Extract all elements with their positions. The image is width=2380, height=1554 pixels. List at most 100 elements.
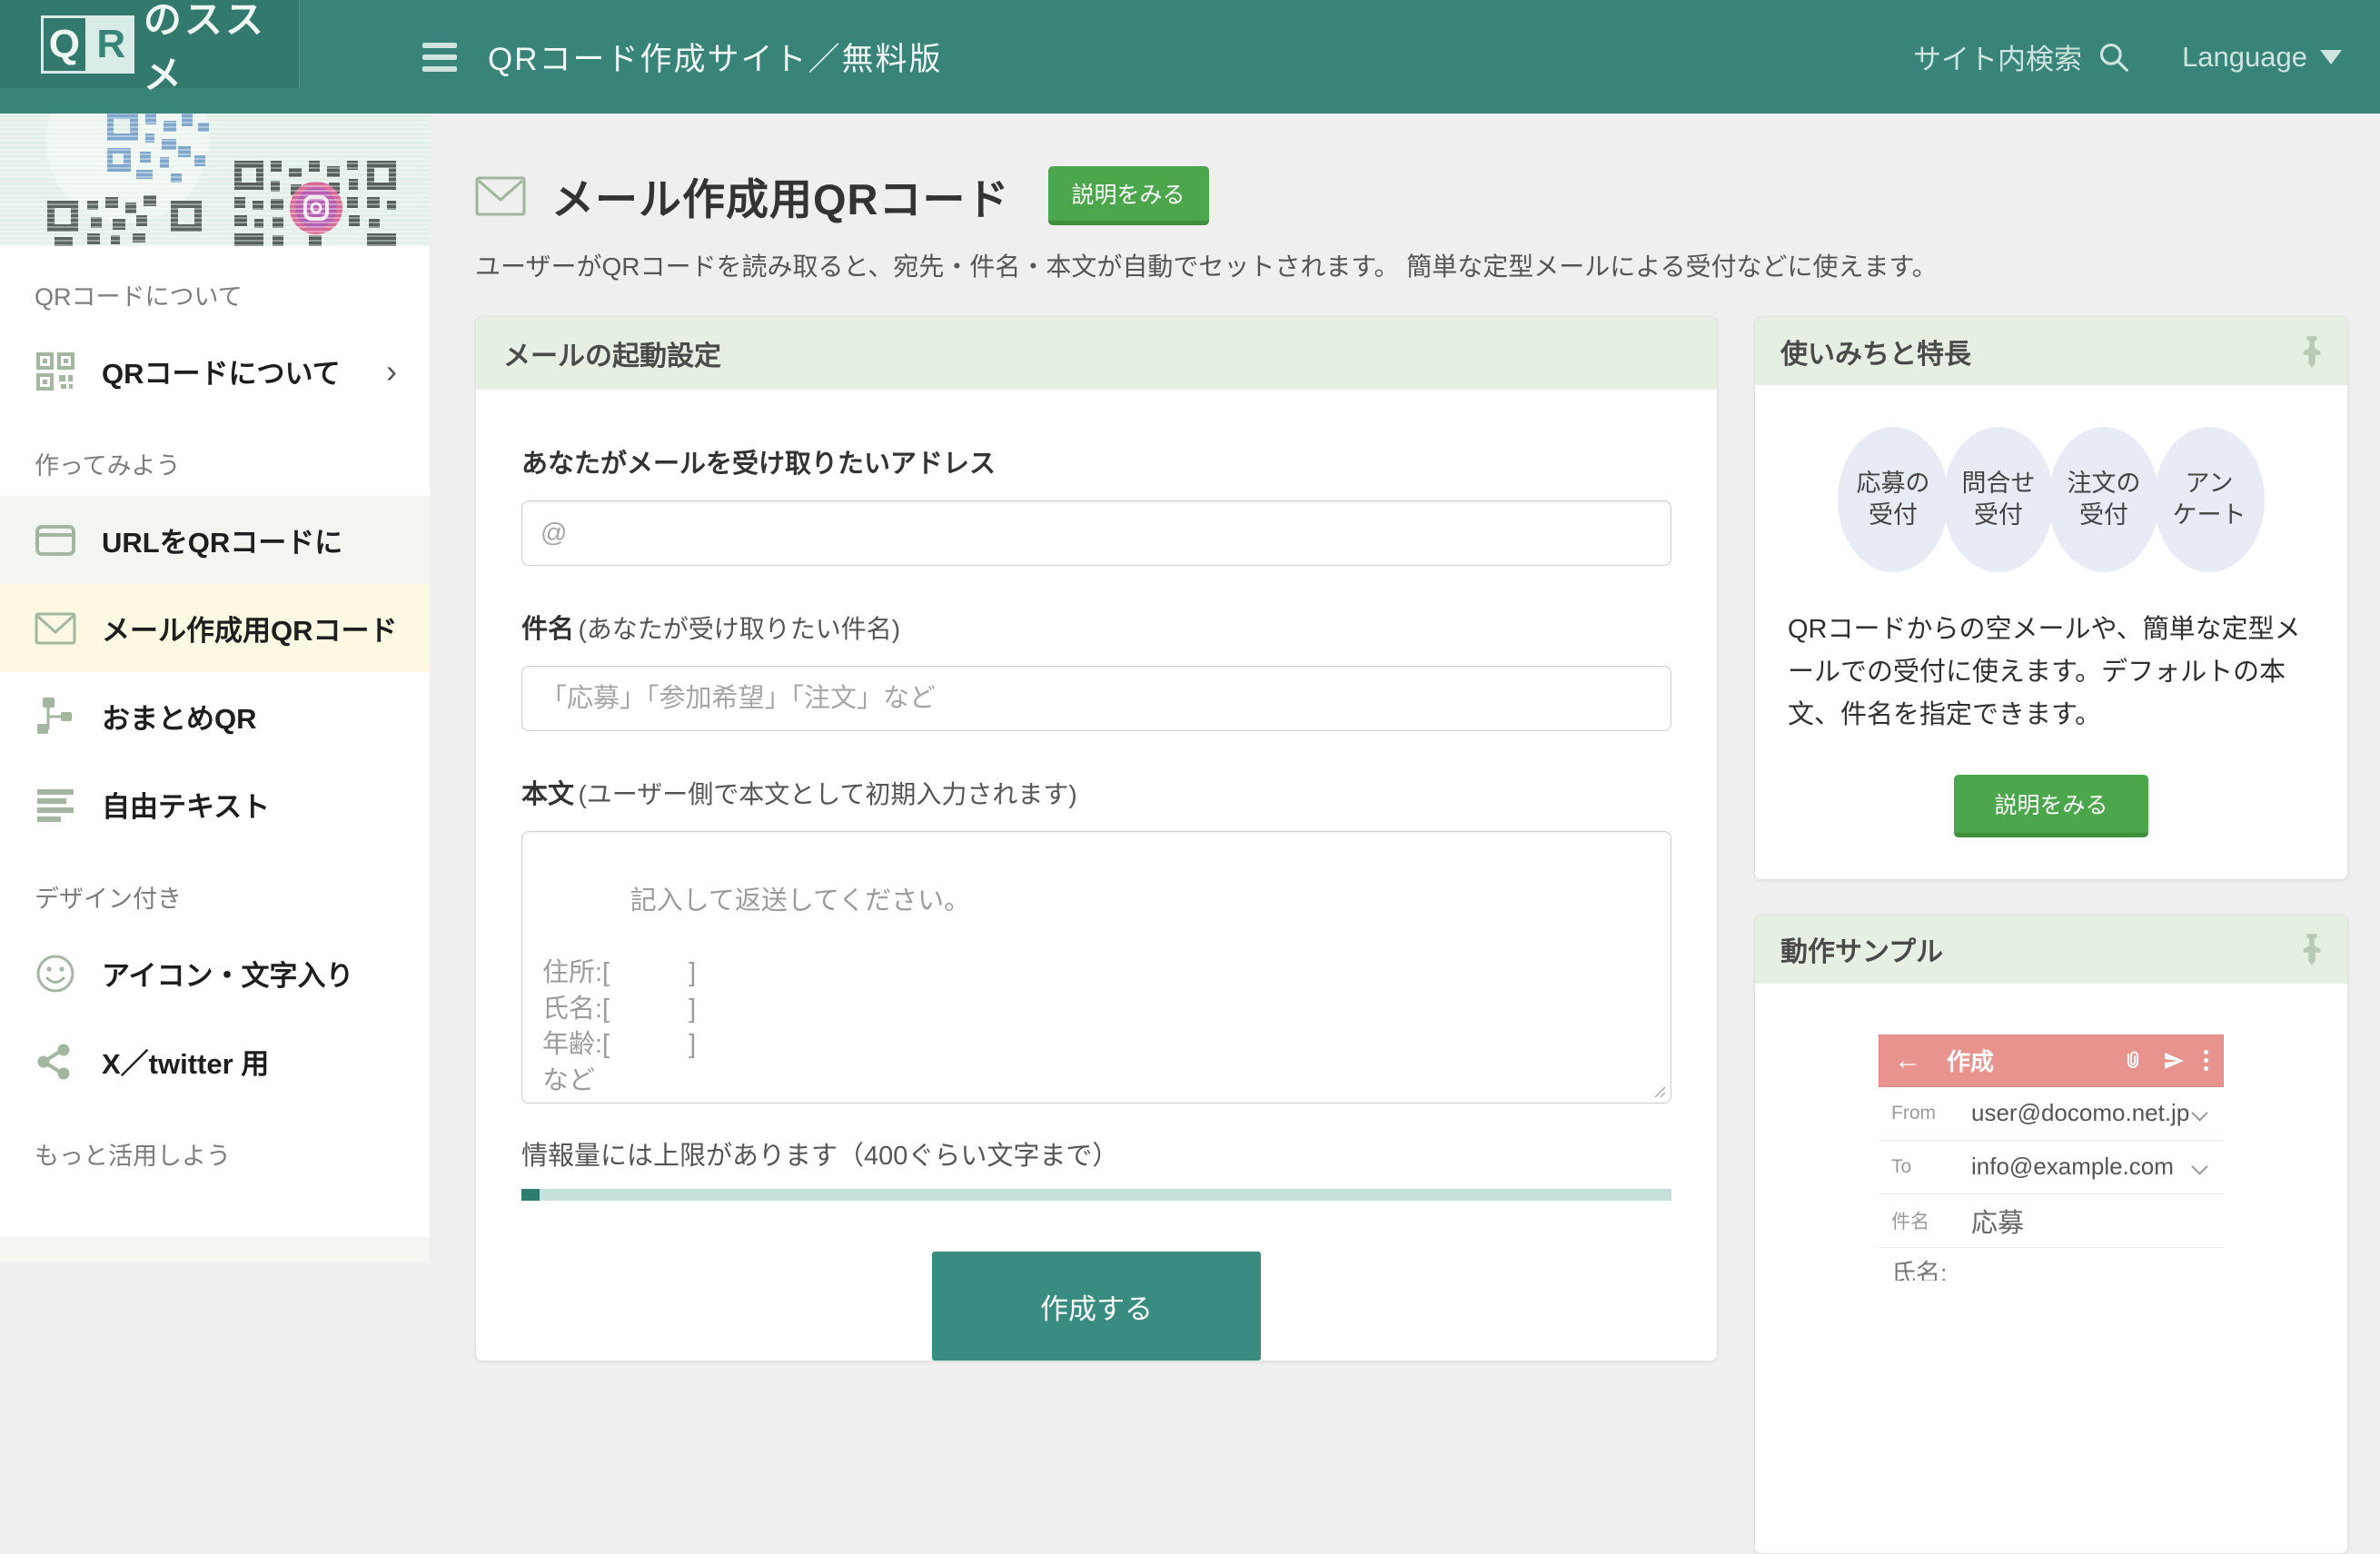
text-lines-icon: [35, 787, 76, 823]
language-selector[interactable]: Language: [2182, 41, 2342, 74]
mail-app-mockup: ← 作成: [1879, 1034, 2224, 1281]
sidebar-item-free-text[interactable]: 自由テキスト: [0, 760, 430, 848]
sidebar-item-icon-text-design[interactable]: アイコン・文字入り: [0, 929, 430, 1017]
logo-text: のススメ: [144, 0, 299, 100]
panel-header: 動作サンプル: [1755, 916, 2347, 984]
sidebar-item-label: QRコードについて: [102, 351, 341, 391]
body-textarea[interactable]: 記入して返送してください。 住所:[ ] 氏名:[ ] 年齢:[ ] など: [521, 831, 1671, 1104]
sidebar-item-url-qr[interactable]: URLをQRコードに: [0, 496, 430, 584]
usage-bubble: 問合せ受付: [1943, 427, 2054, 572]
pushpin-icon[interactable]: [2298, 334, 2325, 369]
limit-note: 情報量には上限があります（400ぐらい文字まで）: [521, 1134, 1671, 1173]
panel-header: 使いみちと特長: [1755, 317, 2347, 385]
right-column: 使いみちと特長 応募の受付 問合せ受付 注文の受付: [1754, 316, 2348, 1554]
nav-section-label: もっと活用しよう: [0, 1105, 430, 1186]
hamburger-menu-icon[interactable]: [422, 43, 457, 72]
sidebar-item-x-twitter[interactable]: X／twitter 用: [0, 1017, 430, 1105]
nav-section-label: 作ってみよう: [0, 415, 430, 496]
site-title: QRコード作成サイト／無料版: [488, 34, 943, 80]
sidebar-item-about-qr[interactable]: QRコードについて ›: [0, 327, 430, 415]
mail-subject-value: 応募: [1971, 1202, 2024, 1240]
logo-q-letter: Q: [41, 15, 88, 74]
smiley-icon: [35, 954, 76, 994]
body-note: (ユーザー側で本文として初期入力されます): [578, 780, 1076, 808]
site-search-link[interactable]: サイト内検索: [1913, 36, 2082, 77]
chevron-down-icon: [2320, 50, 2342, 64]
usage-show-description-button[interactable]: 説明をみる: [1954, 775, 2147, 837]
usage-bubble: アンケート: [2154, 427, 2265, 572]
sidebar: QRコードについて QRコードについて › 作ってみよう: [0, 114, 430, 1262]
sidebar-item-mail-qr[interactable]: メール作成用QRコード: [0, 584, 430, 672]
body-placeholder: 記入して返送してください。 住所:[ ] 氏名:[ ] 年齢:[ ] など: [542, 886, 970, 1094]
envelope-icon: [475, 176, 526, 216]
capacity-progress-bar: [521, 1189, 1671, 1201]
sidebar-item-label: URLをQRコードに: [102, 520, 342, 560]
address-input[interactable]: [521, 500, 1671, 566]
sample-panel: 動作サンプル ← 作成: [1754, 915, 2348, 1554]
sample-body: ← 作成: [1755, 984, 2347, 1553]
nav-section-label: デザイン付き: [0, 848, 430, 929]
search-icon[interactable]: [2097, 40, 2131, 74]
chevron-right-icon: ›: [386, 352, 397, 391]
app-header: Q R のススメ QRコード作成サイト／無料版 サイト内検索 Language: [0, 0, 2380, 114]
sidebar-item-matome-qr[interactable]: おまとめQR: [0, 672, 430, 760]
attachment-icon: [2122, 1050, 2144, 1072]
from-value: user@docomo.net.jp: [1971, 1099, 2189, 1127]
resize-handle-icon[interactable]: [1651, 1084, 1666, 1098]
sidebar-item-label: おまとめQR: [102, 696, 257, 737]
panel-title: メールの起動設定: [503, 333, 721, 373]
usage-panel: 使いみちと特長 応募の受付 問合せ受付 注文の受付: [1754, 316, 2348, 880]
body-field: 本文 (ユーザー側で本文として初期入力されます) 記入して返送してください。 住…: [521, 773, 1671, 1104]
panel-header: メールの起動設定: [476, 317, 1717, 390]
subject-label: 件名: [521, 615, 574, 644]
body-label: 本文: [521, 780, 574, 809]
mail-from-row: From user@docomo.net.jp: [1879, 1087, 2224, 1141]
mail-toolbar: ← 作成: [1879, 1034, 2224, 1087]
panel-title: 動作サンプル: [1780, 929, 1943, 969]
mail-subject-label: 件名: [1891, 1207, 1971, 1234]
sitemap-icon: [35, 697, 76, 737]
chevron-down-icon: [2191, 1105, 2207, 1122]
qr-codes-photo: [0, 114, 430, 246]
mail-body-partial: 氏名:: [1879, 1248, 2224, 1281]
show-description-button[interactable]: 説明をみる: [1048, 166, 1209, 225]
sidebar-item-label: メール作成用QRコード: [102, 608, 398, 648]
subject-note: (あなたが受け取りたい件名): [578, 615, 900, 643]
back-arrow-icon: ←: [1894, 1045, 1921, 1076]
create-button[interactable]: 作成する: [932, 1252, 1261, 1361]
page-description: ユーザーがQRコードを読み取ると、宛先・件名・本文が自動でセットされます。 簡単…: [475, 247, 2380, 283]
mail-settings-panel: メールの起動設定 あなたがメールを受け取りたいアドレス 件名 (あなたが受け取り…: [475, 316, 1718, 1361]
page-head: メール作成用QRコード 説明をみる: [475, 164, 2380, 227]
mail-subject-row: 件名 応募: [1879, 1194, 2224, 1248]
sidebar-item-label: X／twitter 用: [102, 1041, 269, 1082]
usage-bubbles: 応募の受付 問合せ受付 注文の受付 アンケート: [1755, 427, 2347, 572]
address-label: あなたがメールを受け取りたいアドレス: [521, 442, 1671, 480]
logo-r-letter: R: [88, 15, 134, 74]
nav-section-label: QRコードについて: [0, 246, 430, 327]
usage-bubble: 応募の受付: [1838, 427, 1949, 572]
subject-field: 件名 (あなたが受け取りたい件名): [521, 608, 1671, 731]
share-icon: [35, 1042, 76, 1082]
pushpin-icon[interactable]: [2298, 932, 2325, 966]
usage-bubble: 注文の受付: [2048, 427, 2159, 572]
sidebar-next-item-edge: [0, 1237, 430, 1262]
chevron-down-icon: [2191, 1159, 2207, 1175]
overflow-menu-icon: [2204, 1050, 2208, 1071]
site-logo[interactable]: Q R のススメ: [0, 0, 300, 88]
envelope-icon: [35, 612, 76, 645]
page-title: メール作成用QRコード: [551, 164, 1010, 227]
qr-code-icon: [35, 351, 76, 391]
browser-icon: [35, 522, 76, 559]
from-label: From: [1891, 1103, 1971, 1124]
main-content: メール作成用QRコード 説明をみる ユーザーがQRコードを読み取ると、宛先・件名…: [430, 114, 2380, 1262]
sidebar-nav: QRコードについて QRコードについて › 作ってみよう: [0, 246, 430, 1186]
subject-input[interactable]: [521, 666, 1671, 731]
to-value: info@example.com: [1971, 1153, 2174, 1181]
usage-description: QRコードからの空メールや、簡単な定型メールでの受付に使えます。デフォルトの本文…: [1755, 609, 2347, 737]
to-label: To: [1891, 1156, 1971, 1178]
capacity-progress-fill: [521, 1189, 540, 1201]
address-field: あなたがメールを受け取りたいアドレス: [521, 442, 1671, 566]
mail-compose-title: 作成: [1947, 1044, 1994, 1077]
send-icon: [2162, 1050, 2186, 1072]
language-label: Language: [2182, 41, 2307, 74]
